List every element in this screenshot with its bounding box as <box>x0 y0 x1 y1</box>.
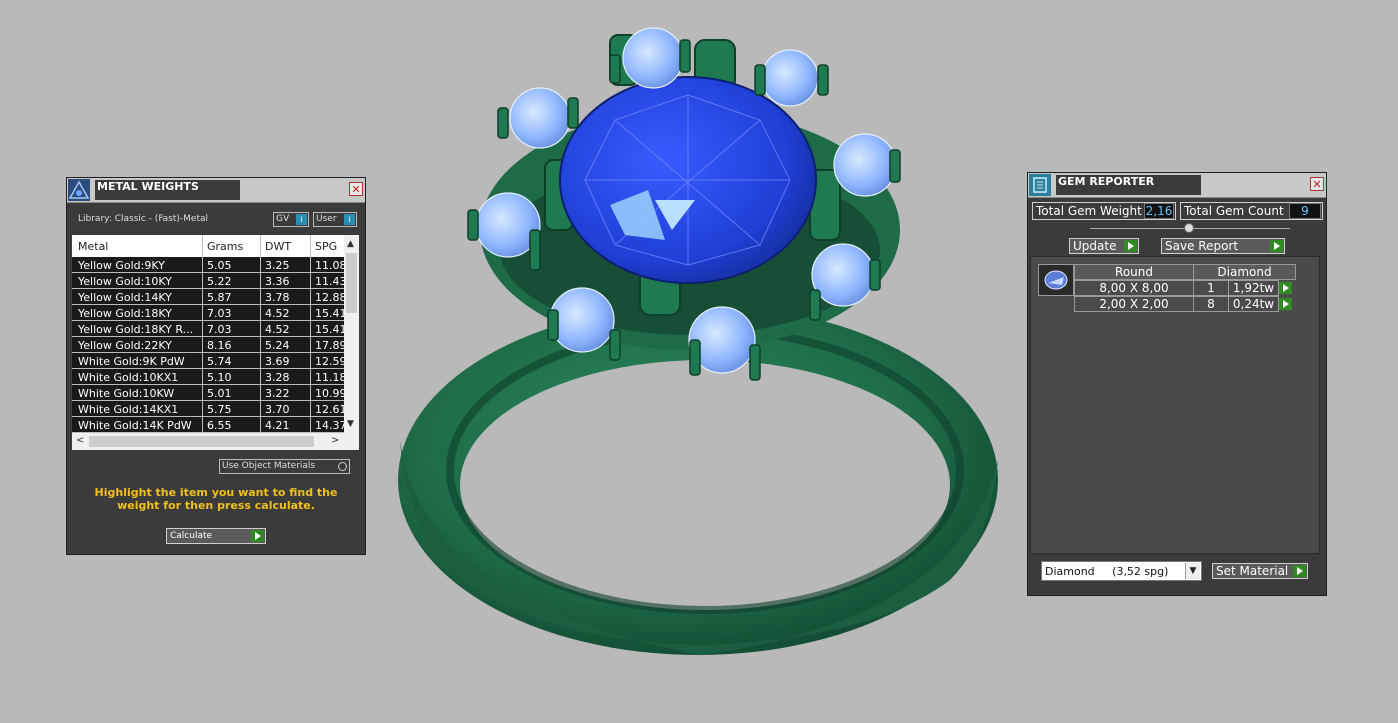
table-row[interactable]: Yellow Gold:10KY 5.22 3.36 11.43 <box>72 273 344 289</box>
gem-row-go-button[interactable] <box>1278 280 1294 296</box>
table-row[interactable]: Yellow Gold:9KY 5.05 3.25 11.08 <box>72 257 344 273</box>
user-label: User <box>316 214 337 224</box>
play-icon <box>1279 298 1292 310</box>
total-gem-weight-label: Total Gem Weight <box>1036 204 1142 218</box>
table-row[interactable]: White Gold:14K PdW 6.55 4.21 14.37 <box>72 417 344 433</box>
total-gem-count-value: 9 <box>1289 203 1321 219</box>
material-select[interactable]: Diamond (3,52 spg) ▼ <box>1041 561 1202 581</box>
gv-toggle[interactable]: GV i <box>273 212 309 227</box>
close-icon[interactable]: ✕ <box>1310 177 1324 191</box>
play-icon <box>1270 240 1283 252</box>
table-row[interactable]: White Gold:14KX1 5.75 3.70 12.61 <box>72 401 344 417</box>
gem-row-go-button[interactable] <box>1278 296 1294 312</box>
use-object-materials-label: Use Object Materials <box>222 461 316 471</box>
set-material-button[interactable]: Set Material <box>1212 563 1308 579</box>
metal-weights-titlebar[interactable]: METAL WEIGHTS ✕ <box>67 178 365 203</box>
library-label: Library: Classic - (Fast)-Metal <box>78 214 209 224</box>
gem-weight[interactable]: 0,24tw <box>1228 296 1279 312</box>
table-row[interactable]: White Gold:9K PdW 5.74 3.69 12.59 <box>72 353 344 369</box>
scroll-right-icon[interactable]: > <box>331 435 339 446</box>
scroll-hthumb[interactable] <box>89 436 314 447</box>
gem-reporter-panel: GEM REPORTER ✕ Total Gem Weight 2,16 Tot… <box>1027 172 1327 596</box>
gem-size[interactable]: 8,00 X 8,00 <box>1074 280 1194 296</box>
round-gem-icon <box>1038 264 1074 296</box>
play-icon <box>1124 240 1137 252</box>
gem-size[interactable]: 2,00 X 2,00 <box>1074 296 1194 312</box>
column-divider <box>260 235 261 433</box>
user-toggle[interactable]: User i <box>313 212 357 227</box>
update-button[interactable]: Update <box>1069 238 1139 254</box>
material-select-value: Diamond (3,52 spg) <box>1045 565 1169 578</box>
play-icon <box>1293 565 1306 577</box>
table-row[interactable]: White Gold:10KX1 5.10 3.28 11.18 <box>72 369 344 385</box>
gem-reporter-title: GEM REPORTER <box>1056 175 1201 195</box>
update-label: Update <box>1073 239 1117 253</box>
col-dwt[interactable]: DWT <box>265 240 291 253</box>
toggle-circle-icon <box>338 462 347 471</box>
table-row[interactable]: White Gold:10KW 5.01 3.22 10.99 <box>72 385 344 401</box>
gv-info-icon: i <box>296 214 307 225</box>
metal-weights-panel: METAL WEIGHTS ✕ Library: Classic - (Fast… <box>66 177 366 555</box>
column-divider <box>310 235 311 433</box>
instruction-text: Highlight the item you want to find the … <box>94 486 338 512</box>
save-report-label: Save Report <box>1165 239 1239 253</box>
slider-handle-icon[interactable] <box>1184 223 1194 233</box>
col-grams[interactable]: Grams <box>207 240 243 253</box>
table-row[interactable]: Yellow Gold:22KY 8.16 5.24 17.89 <box>72 337 344 353</box>
calculate-button[interactable]: Calculate <box>166 528 266 544</box>
metal-table-header: Metal Grams DWT SPG <box>72 235 344 257</box>
metal-weights-title: METAL WEIGHTS <box>95 180 240 200</box>
total-gem-weight-value: 2,16 <box>1144 203 1174 219</box>
gem-list[interactable]: Round Diamond 8,00 X 8,00 1 1,92tw 2,00 … <box>1030 256 1320 554</box>
play-icon <box>251 530 264 542</box>
gem-reporter-logo-icon <box>1029 174 1051 196</box>
table-row[interactable]: Yellow Gold:18KY R... 7.03 4.52 15.41 <box>72 321 344 337</box>
vertical-scrollbar[interactable]: ▲ ▼ <box>344 235 359 433</box>
play-icon <box>1279 282 1292 294</box>
table-row[interactable]: Yellow Gold:18KY 7.03 4.52 15.41 <box>72 305 344 321</box>
gv-label: GV <box>276 214 290 224</box>
user-info-icon: i <box>344 214 355 225</box>
scroll-down-icon[interactable]: ▼ <box>347 419 354 429</box>
close-icon[interactable]: ✕ <box>349 182 363 196</box>
scroll-up-icon[interactable]: ▲ <box>347 239 354 249</box>
use-object-materials-toggle[interactable]: Use Object Materials <box>219 459 350 474</box>
table-row[interactable]: Yellow Gold:14KY 5.87 3.78 12.88 <box>72 289 344 305</box>
metal-weights-logo-icon <box>68 179 90 201</box>
scroll-thumb[interactable] <box>346 253 357 313</box>
col-metal[interactable]: Metal <box>78 240 108 253</box>
column-divider <box>202 235 203 433</box>
gem-count[interactable]: 8 <box>1193 296 1229 312</box>
gem-count[interactable]: 1 <box>1193 280 1229 296</box>
gem-material-header: Diamond <box>1193 264 1296 280</box>
col-spg[interactable]: SPG <box>315 240 337 253</box>
dropdown-arrow-icon[interactable]: ▼ <box>1185 563 1200 579</box>
gem-weight[interactable]: 1,92tw <box>1228 280 1279 296</box>
gem-reporter-titlebar[interactable]: GEM REPORTER ✕ <box>1028 173 1326 198</box>
total-gem-count-label: Total Gem Count <box>1184 204 1284 218</box>
divider-slider[interactable] <box>1090 223 1290 233</box>
gem-shape-header: Round <box>1074 264 1194 280</box>
scroll-left-icon[interactable]: < <box>76 435 84 446</box>
save-report-button[interactable]: Save Report <box>1161 238 1285 254</box>
horizontal-scrollbar[interactable]: < > <box>72 433 359 450</box>
calculate-label: Calculate <box>170 531 213 541</box>
metal-table[interactable]: Metal Grams DWT SPG Yellow Gold:9KY 5.05 3… <box>72 235 359 450</box>
set-material-label: Set Material <box>1216 564 1289 578</box>
